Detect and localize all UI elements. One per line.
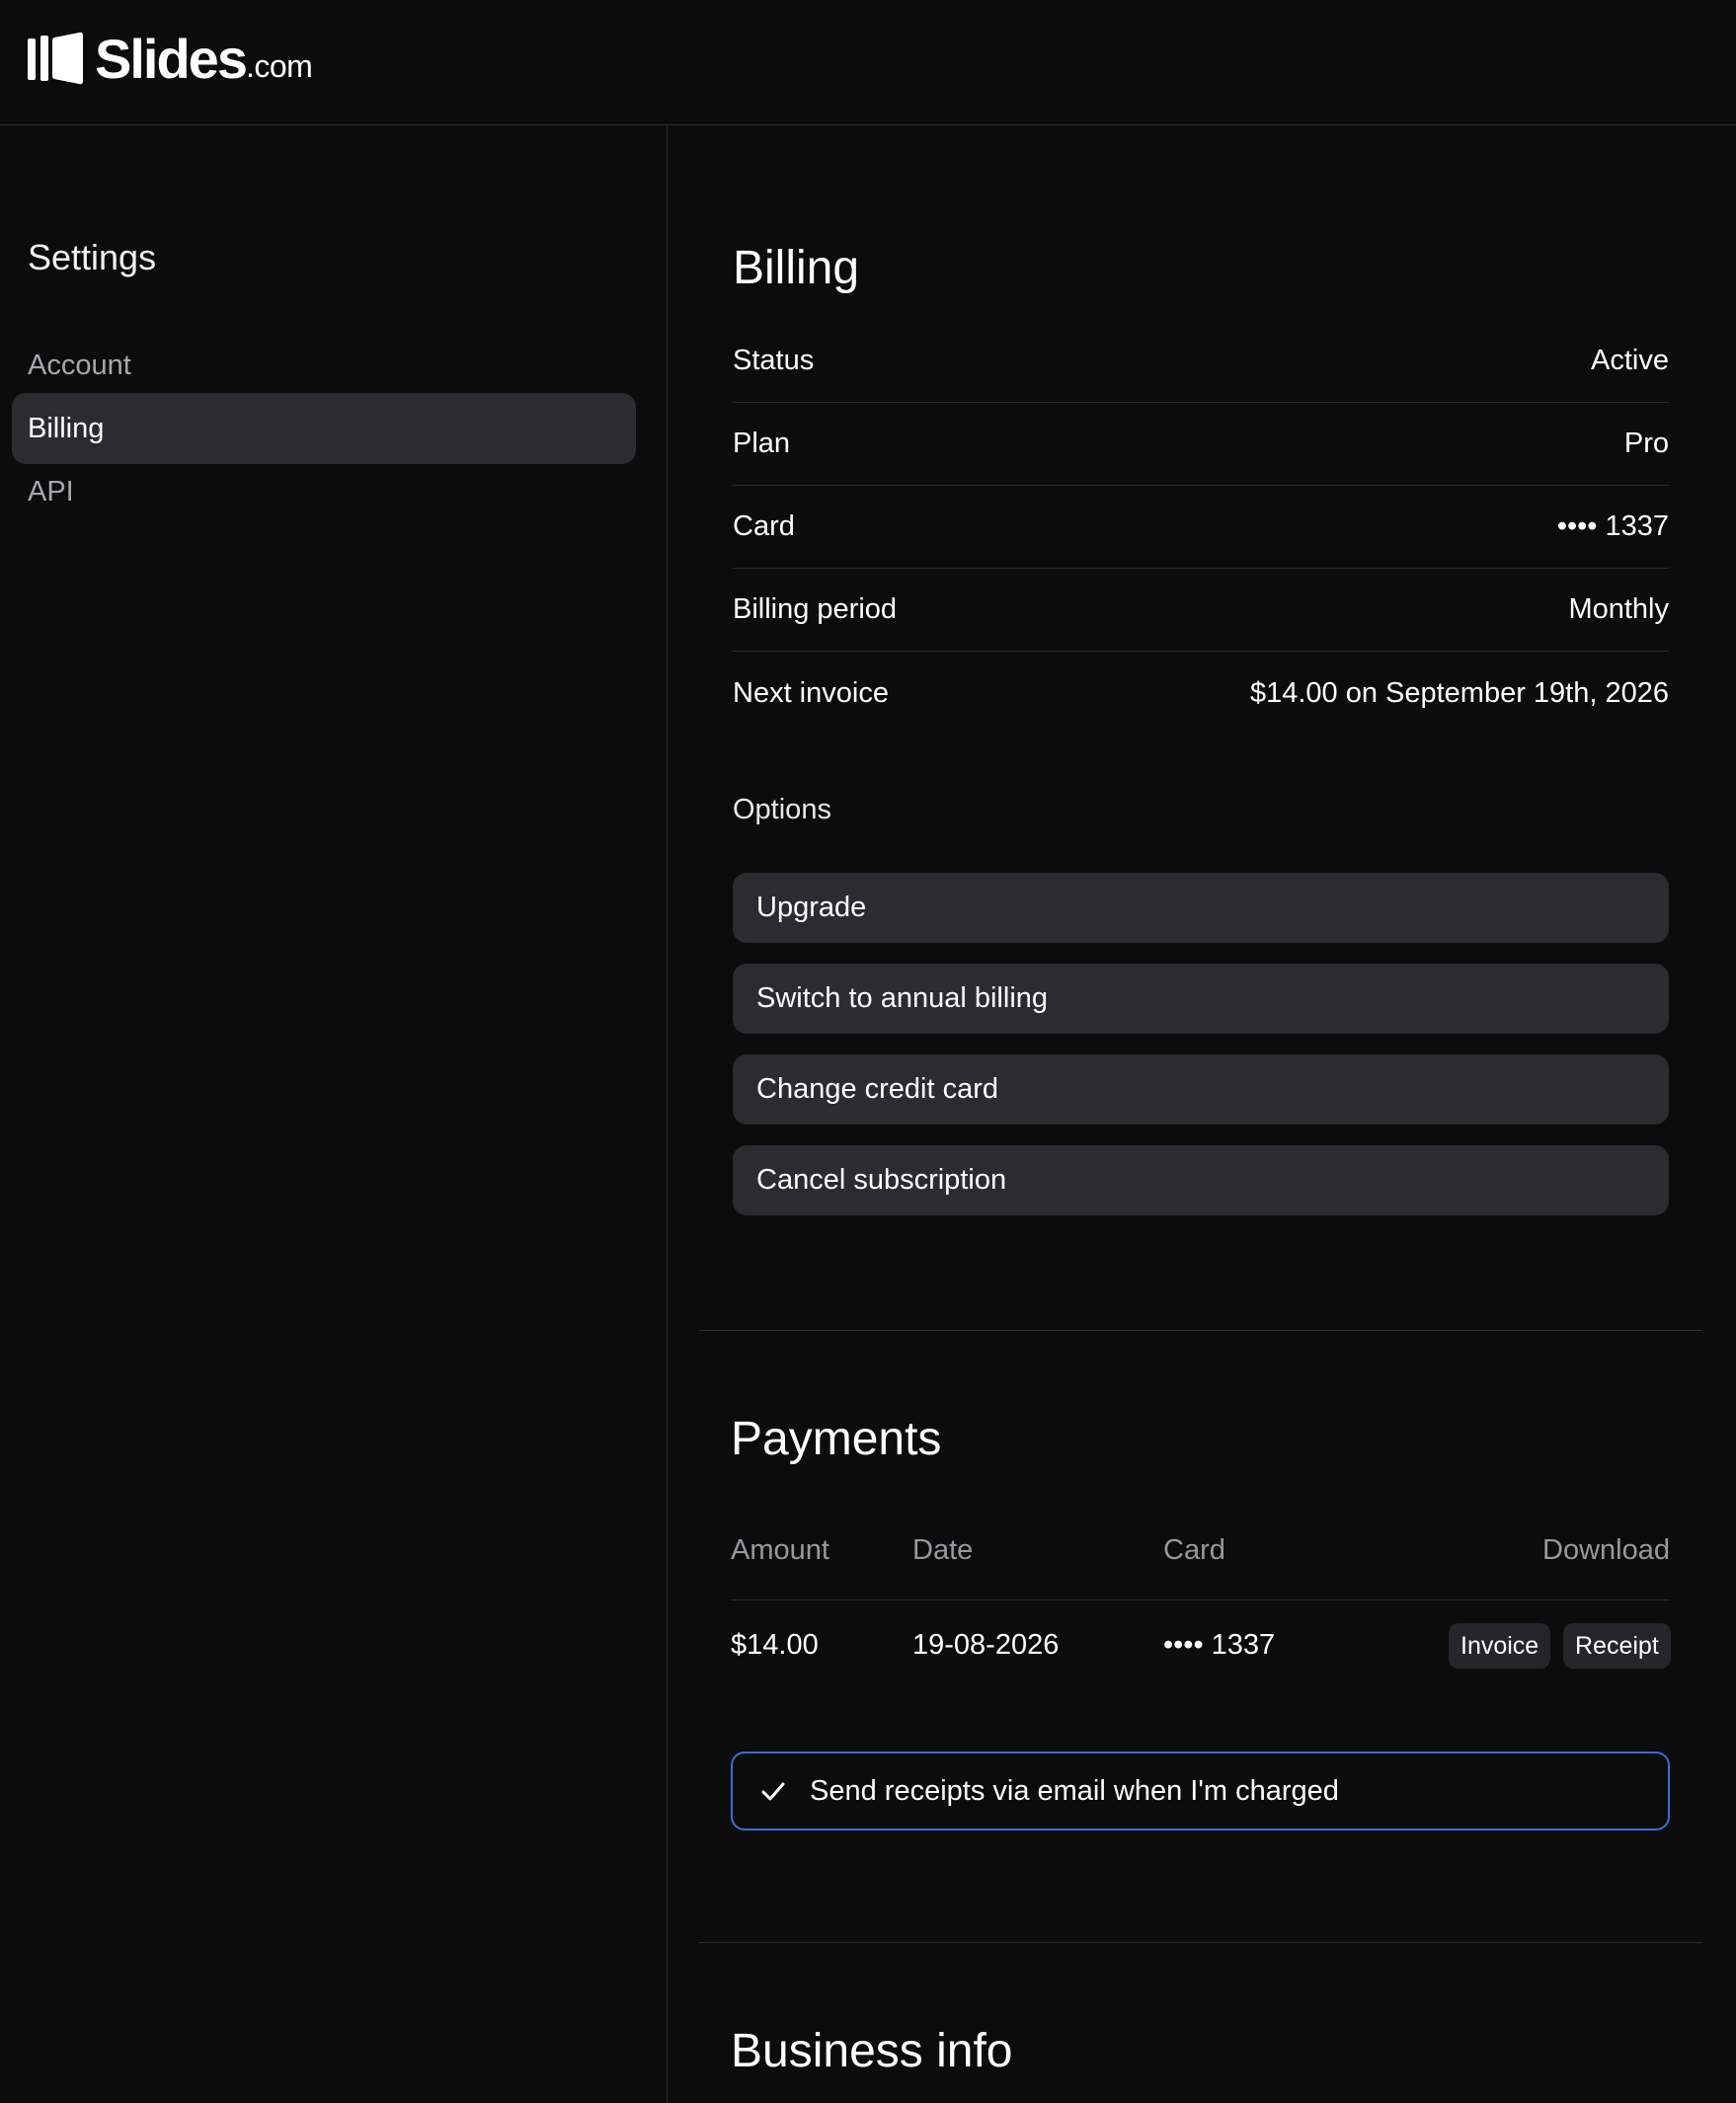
section-divider	[699, 1330, 1702, 1331]
main-content: Billing Status Active Plan Pro Card ••••…	[669, 126, 1736, 2103]
checkmark-icon	[761, 1782, 785, 1801]
billing-row-label: Billing period	[733, 593, 898, 625]
column-header-card: Card	[1163, 1534, 1225, 1566]
change-credit-card-button[interactable]: Change credit card	[733, 1054, 1669, 1125]
column-header-amount: Amount	[731, 1534, 829, 1566]
sidebar-item-account[interactable]: Account	[12, 330, 636, 401]
slides-logo[interactable]: Slides .com	[28, 28, 313, 90]
settings-sidebar: Settings Account Billing API	[0, 126, 668, 2103]
slides-logo-icon	[28, 32, 83, 85]
business-info-title: Business info	[731, 2025, 1013, 2077]
payments-title: Payments	[731, 1413, 942, 1465]
options-label: Options	[733, 794, 831, 825]
payment-card: •••• 1337	[1163, 1628, 1276, 1661]
cancel-subscription-button[interactable]: Cancel subscription	[733, 1145, 1669, 1215]
billing-row-label: Card	[733, 510, 795, 542]
sidebar-item-api[interactable]: API	[12, 456, 636, 527]
billing-row-card: Card •••• 1337	[733, 486, 1669, 569]
email-receipts-label: Send receipts via email when I'm charged	[810, 1774, 1339, 1807]
billing-row-label: Next invoice	[733, 676, 889, 709]
switch-annual-billing-button[interactable]: Switch to annual billing	[733, 964, 1669, 1034]
download-receipt-button[interactable]: Receipt	[1563, 1623, 1671, 1669]
billing-row-value: Monthly	[1568, 593, 1669, 625]
section-divider	[699, 1942, 1702, 1943]
billing-row-value: Active	[1591, 345, 1669, 376]
column-header-date: Date	[912, 1534, 974, 1566]
payment-date: 19-08-2026	[912, 1628, 1060, 1661]
billing-title: Billing	[733, 242, 860, 294]
billing-row-value: $14.00 on September 19th, 2026	[1249, 676, 1669, 709]
column-header-download: Download	[1542, 1534, 1670, 1566]
email-receipts-checkbox[interactable]: Send receipts via email when I'm charged	[731, 1752, 1670, 1830]
download-invoice-button[interactable]: Invoice	[1449, 1623, 1551, 1669]
top-bar: Slides .com	[0, 0, 1736, 125]
billing-row-plan: Plan Pro	[733, 403, 1669, 486]
billing-row-period: Billing period Monthly	[733, 569, 1669, 652]
payment-amount: $14.00	[731, 1628, 819, 1661]
brand-name: Slides	[95, 28, 248, 90]
billing-row-value: •••• 1337	[1556, 510, 1669, 542]
table-header-divider	[731, 1599, 1670, 1600]
billing-row-label: Status	[733, 345, 815, 376]
upgrade-button[interactable]: Upgrade	[733, 873, 1669, 943]
billing-row-next-invoice: Next invoice $14.00 on September 19th, 2…	[733, 652, 1669, 735]
sidebar-title: Settings	[28, 237, 157, 277]
billing-row-status: Status Active	[733, 320, 1669, 403]
sidebar-item-billing[interactable]: Billing	[12, 393, 636, 464]
billing-row-label: Plan	[733, 428, 791, 459]
brand-tld: .com	[245, 48, 313, 84]
billing-row-value: Pro	[1623, 428, 1669, 459]
